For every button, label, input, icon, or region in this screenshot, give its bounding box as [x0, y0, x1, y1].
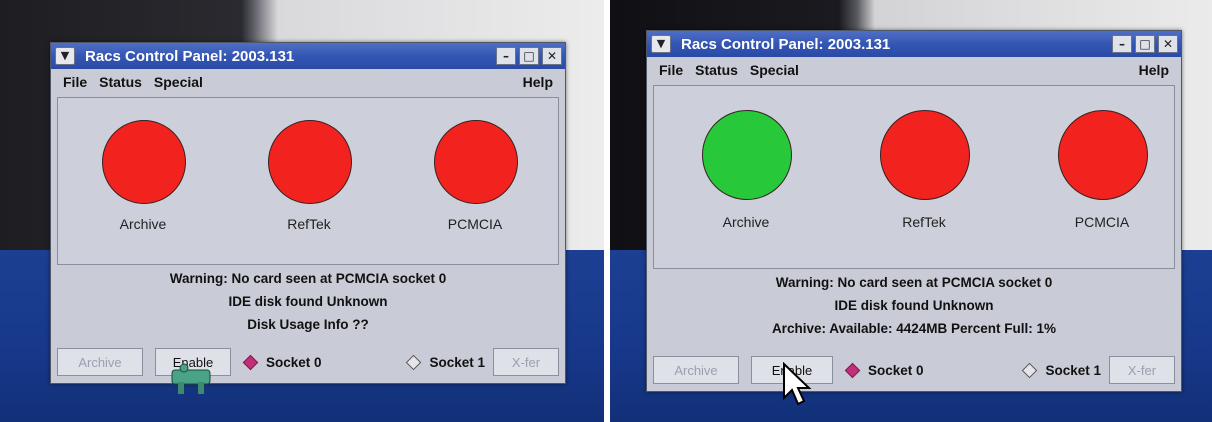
socket-0-label: Socket 0	[266, 354, 322, 370]
archive-label: Archive	[722, 214, 770, 230]
status-message: IDE disk found Unknown	[228, 294, 388, 309]
socket-0-radio[interactable]: Socket 0	[242, 354, 322, 370]
archive-button[interactable]: Archive	[57, 348, 143, 376]
socket-1-label: Socket 1	[429, 354, 485, 370]
window-title: Racs Control Panel: 2003.131	[85, 47, 295, 65]
photo-right: ▼ Racs Control Panel: 2003.131 – □ ✕ Fil…	[610, 0, 1212, 422]
pcmcia-indicator-light	[1058, 110, 1148, 200]
close-icon[interactable]: ✕	[542, 47, 562, 65]
title-bar[interactable]: ▼ Racs Control Panel: 2003.131 – □ ✕	[647, 31, 1181, 57]
archive-button[interactable]: Archive	[653, 356, 739, 384]
menu-special[interactable]: Special	[750, 62, 799, 78]
pcmcia-indicator-light	[434, 120, 518, 204]
status-message: Warning: No card seen at PCMCIA socket 0	[775, 275, 1053, 290]
status-message: Archive: Available: 4424MB Percent Full:…	[771, 321, 1057, 336]
menu-file[interactable]: File	[63, 74, 87, 90]
socket-1-label: Socket 1	[1045, 362, 1101, 378]
archive-label: Archive	[119, 216, 167, 232]
menu-special[interactable]: Special	[154, 74, 203, 90]
reftek-label: RefTek	[287, 216, 331, 232]
reftek-indicator-light	[268, 120, 352, 204]
pcmcia-label: PCMCIA	[1074, 214, 1130, 230]
status-messages: Warning: No card seen at PCMCIA socket 0…	[653, 271, 1175, 343]
radio-selected-icon	[844, 362, 861, 378]
menu-bar: File Status Special Help	[51, 69, 565, 95]
status-message: IDE disk found Unknown	[834, 298, 994, 313]
status-message: Warning: No card seen at PCMCIA socket 0	[169, 271, 447, 286]
socket-1-radio[interactable]: Socket 1	[1022, 362, 1101, 378]
menu-file[interactable]: File	[659, 62, 683, 78]
xfer-button[interactable]: X-fer	[1109, 356, 1175, 384]
radio-unselected-icon	[406, 354, 422, 370]
button-row: Archive Enable Socket 0 Socket 1 X-fer	[653, 355, 1175, 385]
chevron-down-icon[interactable]: ▼	[55, 47, 75, 65]
status-messages: Warning: No card seen at PCMCIA socket 0…	[57, 267, 559, 339]
pointer-cursor-icon	[783, 362, 812, 406]
menu-bar: File Status Special Help	[647, 57, 1181, 83]
button-row: Archive Enable Socket 0 Socket 1 X-fer	[57, 347, 559, 377]
reftek-label: RefTek	[902, 214, 946, 230]
minimize-icon[interactable]: –	[1112, 35, 1132, 53]
socket-1-radio[interactable]: Socket 1	[406, 354, 485, 370]
indicator-panel: Archive RefTek PCMCIA	[653, 85, 1175, 269]
menu-help[interactable]: Help	[1139, 62, 1169, 78]
indicator-panel: Archive RefTek PCMCIA	[57, 97, 559, 265]
close-icon[interactable]: ✕	[1158, 35, 1178, 53]
radio-selected-icon	[242, 354, 259, 370]
archive-indicator-light	[702, 110, 792, 200]
title-bar[interactable]: ▼ Racs Control Panel: 2003.131 – □ ✕	[51, 43, 565, 69]
archive-indicator-light	[102, 120, 186, 204]
minimize-icon[interactable]: –	[496, 47, 516, 65]
racs-control-panel-window: ▼ Racs Control Panel: 2003.131 – □ ✕ Fil…	[646, 30, 1182, 392]
socket-0-label: Socket 0	[868, 362, 924, 378]
reftek-indicator-light	[880, 110, 970, 200]
busy-cursor-icon	[171, 363, 211, 394]
radio-unselected-icon	[1022, 362, 1038, 378]
chevron-down-icon[interactable]: ▼	[651, 35, 671, 53]
socket-0-radio[interactable]: Socket 0	[844, 362, 924, 378]
maximize-icon[interactable]: □	[1135, 35, 1155, 53]
xfer-button[interactable]: X-fer	[493, 348, 559, 376]
menu-help[interactable]: Help	[523, 74, 553, 90]
menu-status[interactable]: Status	[695, 62, 738, 78]
menu-status[interactable]: Status	[99, 74, 142, 90]
pcmcia-label: PCMCIA	[447, 216, 503, 232]
status-message: Disk Usage Info ??	[247, 317, 369, 332]
window-title: Racs Control Panel: 2003.131	[681, 35, 891, 53]
photo-left: ▼ Racs Control Panel: 2003.131 – □ ✕ Fil…	[0, 0, 604, 422]
maximize-icon[interactable]: □	[519, 47, 539, 65]
racs-control-panel-window: ▼ Racs Control Panel: 2003.131 – □ ✕ Fil…	[50, 42, 566, 384]
